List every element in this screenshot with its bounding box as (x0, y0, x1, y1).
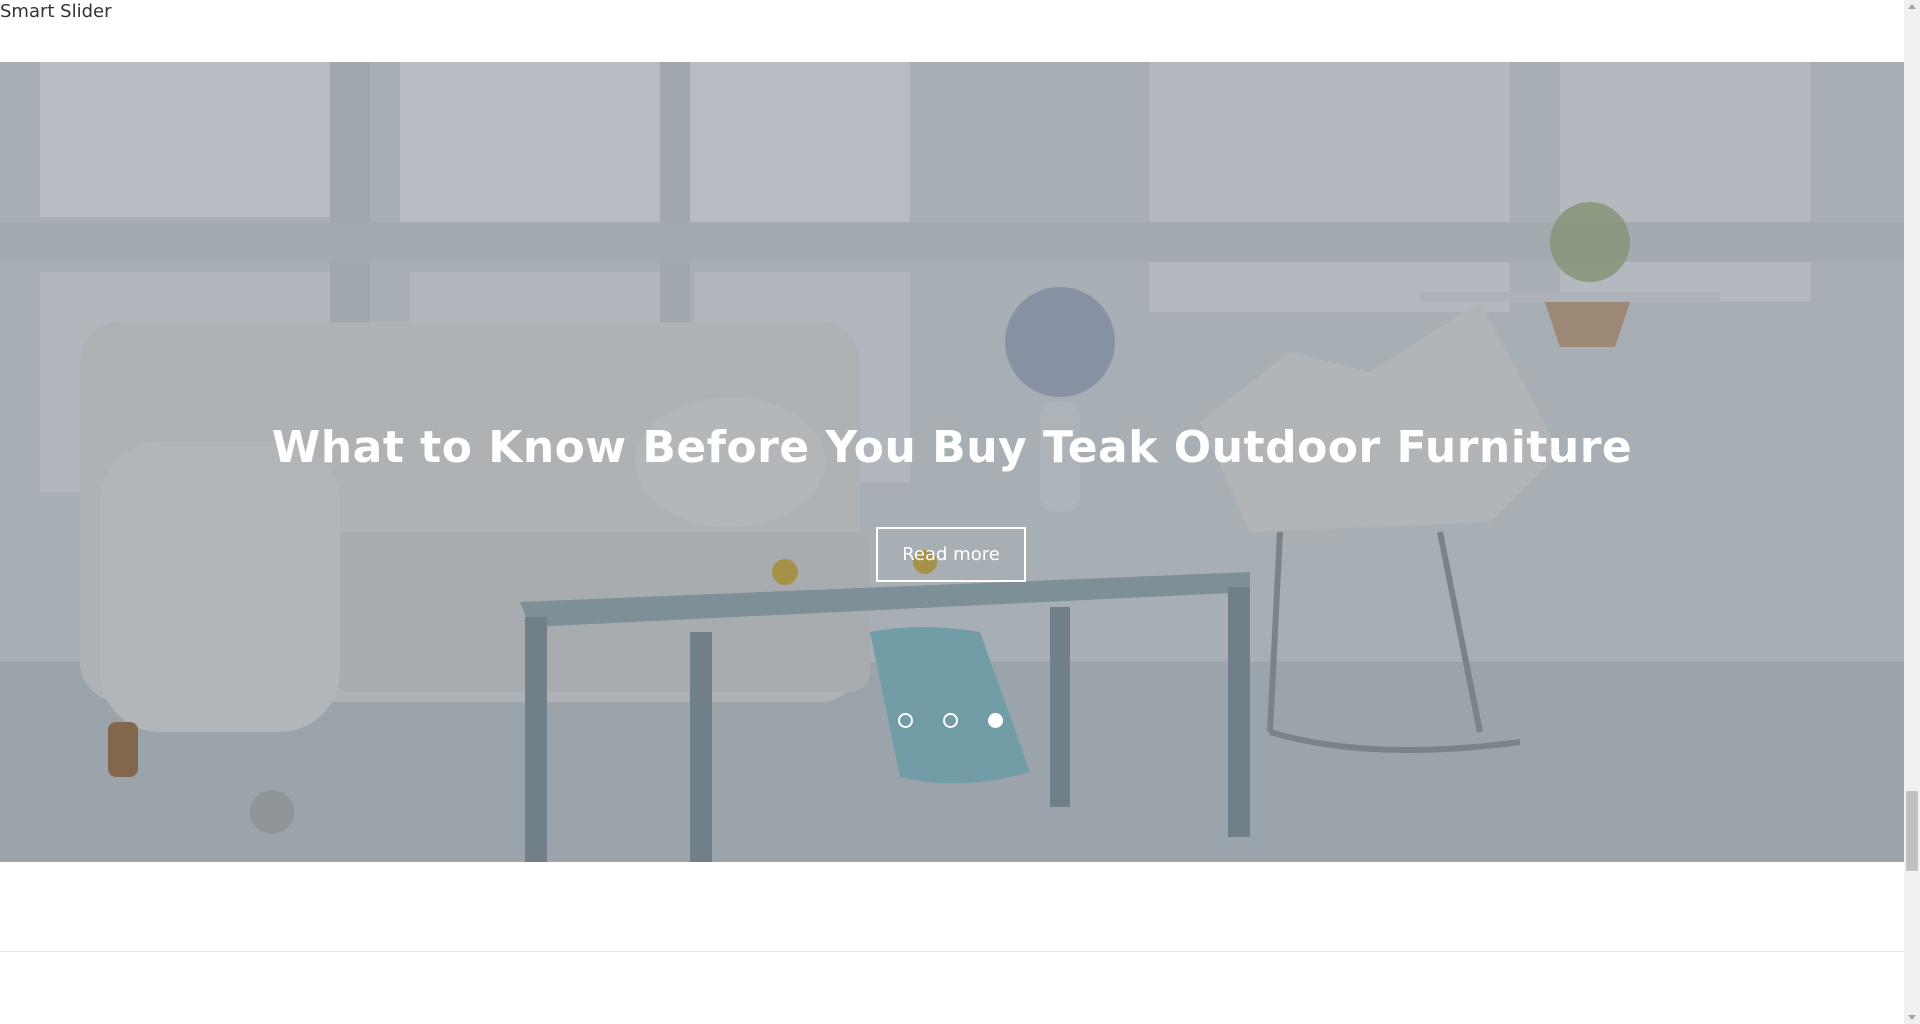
page-label: Smart Slider (0, 1, 112, 22)
slider-pagination (898, 713, 1003, 728)
read-more-button[interactable]: Read more (876, 527, 1026, 582)
slide-title: What to Know Before You Buy Teak Outdoor… (271, 422, 1633, 473)
scroll-up-icon[interactable] (1908, 4, 1916, 9)
divider (0, 951, 1904, 952)
smart-slider[interactable]: What to Know Before You Buy Teak Outdoor… (0, 62, 1904, 862)
vertical-scrollbar[interactable] (1904, 0, 1920, 1024)
scroll-thumb[interactable] (1906, 791, 1918, 871)
slider-dot-3[interactable] (988, 713, 1003, 728)
scroll-down-icon[interactable] (1908, 1015, 1916, 1020)
slider-dot-1[interactable] (898, 713, 913, 728)
slider-dot-2[interactable] (943, 713, 958, 728)
